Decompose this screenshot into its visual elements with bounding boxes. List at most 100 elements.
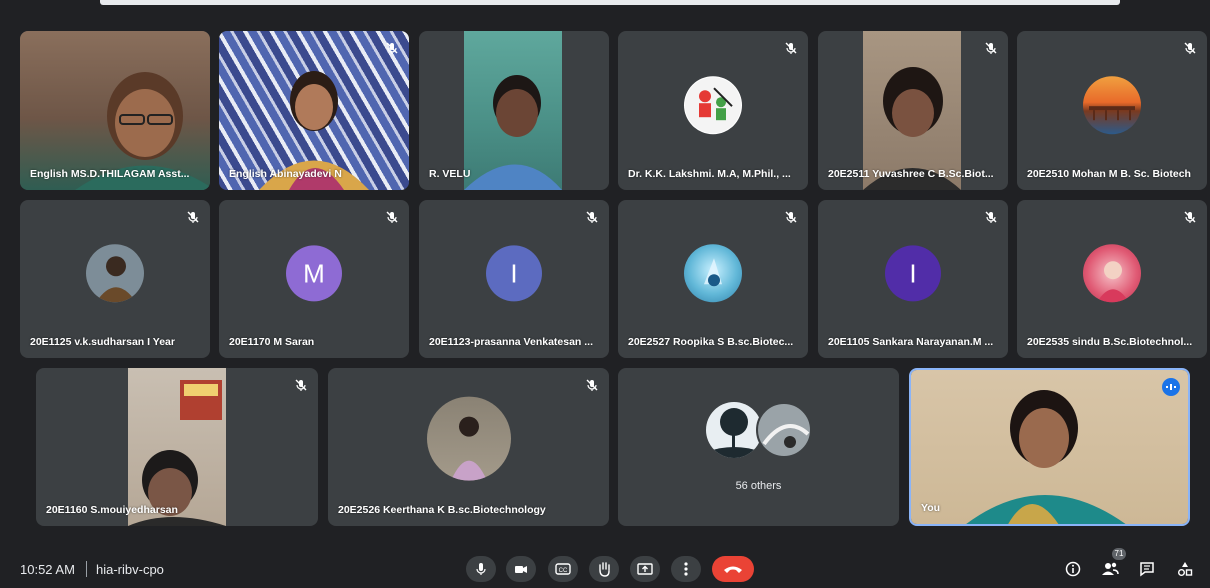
participant-tile[interactable]: English Abinayadevi N [219,31,409,190]
mic-off-icon [1184,42,1196,54]
person-silhouette [966,390,1126,524]
mic-off-icon [586,379,598,391]
people-count-badge: 71 [1112,548,1126,560]
participant-avatar [1083,244,1141,303]
info-icon [1065,561,1081,577]
participant-name: 20E1105 Sankara Narayanan.M ... [828,336,994,348]
participant-name: English Abinayadevi N [229,168,342,180]
participant-video [464,31,562,190]
end-call-icon [724,566,742,573]
people-icon [1102,562,1119,575]
captions-icon: CC [555,563,571,575]
self-video [911,370,1188,524]
chat-button[interactable] [1136,558,1158,580]
control-bar: 10:52 AM hia-ribv-cpo CC [0,548,1210,588]
mic-off-icon [985,211,997,223]
avatar-image [450,416,487,481]
participant-video [219,31,409,190]
person-silhouette [75,72,210,190]
participant-tile[interactable]: 20E2527 Roopika S B.sc.Biotec... [618,200,808,358]
activities-icon [1178,562,1193,576]
divider [86,561,87,577]
mic-off-icon [187,211,199,223]
participant-tile[interactable]: 20E1125 v.k.sudharsan I Year [20,200,210,358]
raise-hand-icon [599,562,610,577]
participant-tile[interactable]: 20E2511 Yuvashree C B.Sc.Biot... [818,31,1008,190]
more-options-button[interactable] [671,556,701,582]
mic-button[interactable] [466,556,496,582]
camera-icon [515,566,527,573]
self-tile[interactable]: You [909,368,1190,526]
avatar-image [96,256,136,303]
participant-name: 20E1125 v.k.sudharsan I Year [30,336,175,348]
participant-tile[interactable]: 20E2526 Keerthana K B.sc.Biotechnology [328,368,609,526]
camera-button[interactable] [506,556,536,582]
participant-avatar [684,244,742,303]
meeting-info-button[interactable] [1062,558,1084,580]
participant-tile[interactable]: English MS.D.THILAGAM Asst... [20,31,210,190]
participant-tile[interactable]: Dr. K.K. Lakshmi. M.A, M.Phil., ... [618,31,808,190]
participant-tile[interactable]: 20E2510 Mohan M B. Sc. Biotech [1017,31,1207,190]
activities-button[interactable] [1174,558,1196,580]
speaking-indicator-icon [1162,378,1180,396]
participant-avatar [1083,75,1141,134]
participant-name: 20E2535 sindu B.Sc.Biotechnol... [1027,336,1193,348]
participant-avatar [684,75,742,134]
participant-name: 20E2510 Mohan M B. Sc. Biotech [1027,168,1191,180]
person-silhouette [464,75,562,190]
chat-icon [1140,562,1154,577]
participant-tile[interactable]: 20E2535 sindu B.Sc.Biotechnol... [1017,200,1207,358]
svg-text:CC: CC [559,568,568,574]
participant-tile[interactable]: I 20E1123-prasanna Venkatesan ... [419,200,609,358]
participant-tile[interactable]: M 20E1170 M Saran [219,200,409,358]
present-icon [637,563,653,575]
mic-off-icon [785,42,797,54]
avatar-image [1089,105,1135,120]
participant-name: English MS.D.THILAGAM Asst... [30,168,190,180]
person-silhouette [259,71,369,190]
participant-video [128,368,226,526]
mic-off-icon [386,211,398,223]
participant-avatar [426,396,511,481]
mic-off-icon [295,379,307,391]
participant-avatar: I [885,245,941,302]
mic-off-icon [785,211,797,223]
participant-avatar [86,244,144,303]
self-label: You [921,502,941,514]
others-avatar-2 [756,402,812,458]
present-button[interactable] [630,556,660,582]
mic-off-icon [386,42,398,54]
person-silhouette [128,380,226,526]
raise-hand-button[interactable] [589,556,619,582]
captions-button[interactable]: CC [548,556,578,582]
person-silhouette [863,67,961,190]
participant-name: 20E1170 M Saran [229,336,315,348]
mic-icon [476,563,486,575]
meeting-code: hia-ribv-cpo [96,562,164,577]
avatar-image [704,258,722,287]
more-icon [684,562,688,576]
participant-tile[interactable]: I 20E1105 Sankara Narayanan.M ... [818,200,1008,358]
avatar-image [1097,261,1129,303]
participant-avatar: I [486,245,542,302]
others-tile[interactable]: 56 others [618,368,899,526]
clock: 10:52 AM [20,562,75,577]
top-strip [100,0,1120,5]
participant-tile[interactable]: 20E1160 S.mouiyedharsan [36,368,318,526]
top-edge [0,0,1210,8]
participant-name: 20E2511 Yuvashree C B.Sc.Biot... [828,168,994,180]
participant-name: 20E1160 S.mouiyedharsan [46,504,178,516]
participant-tile[interactable]: R. VELU [419,31,609,190]
participant-video [20,31,210,190]
participant-name: 20E2526 Keerthana K B.sc.Biotechnology [338,504,546,516]
participant-name: Dr. K.K. Lakshmi. M.A, M.Phil., ... [628,168,791,180]
participant-name: 20E2527 Roopika S B.sc.Biotec... [628,336,794,348]
mic-off-icon [586,211,598,223]
avatar-logo [685,76,741,133]
others-avatar-1 [706,402,762,458]
participant-name: R. VELU [429,168,471,180]
participant-video [863,31,961,190]
leave-call-button[interactable] [712,556,754,582]
mic-off-icon [985,42,997,54]
people-button[interactable] [1099,558,1121,580]
